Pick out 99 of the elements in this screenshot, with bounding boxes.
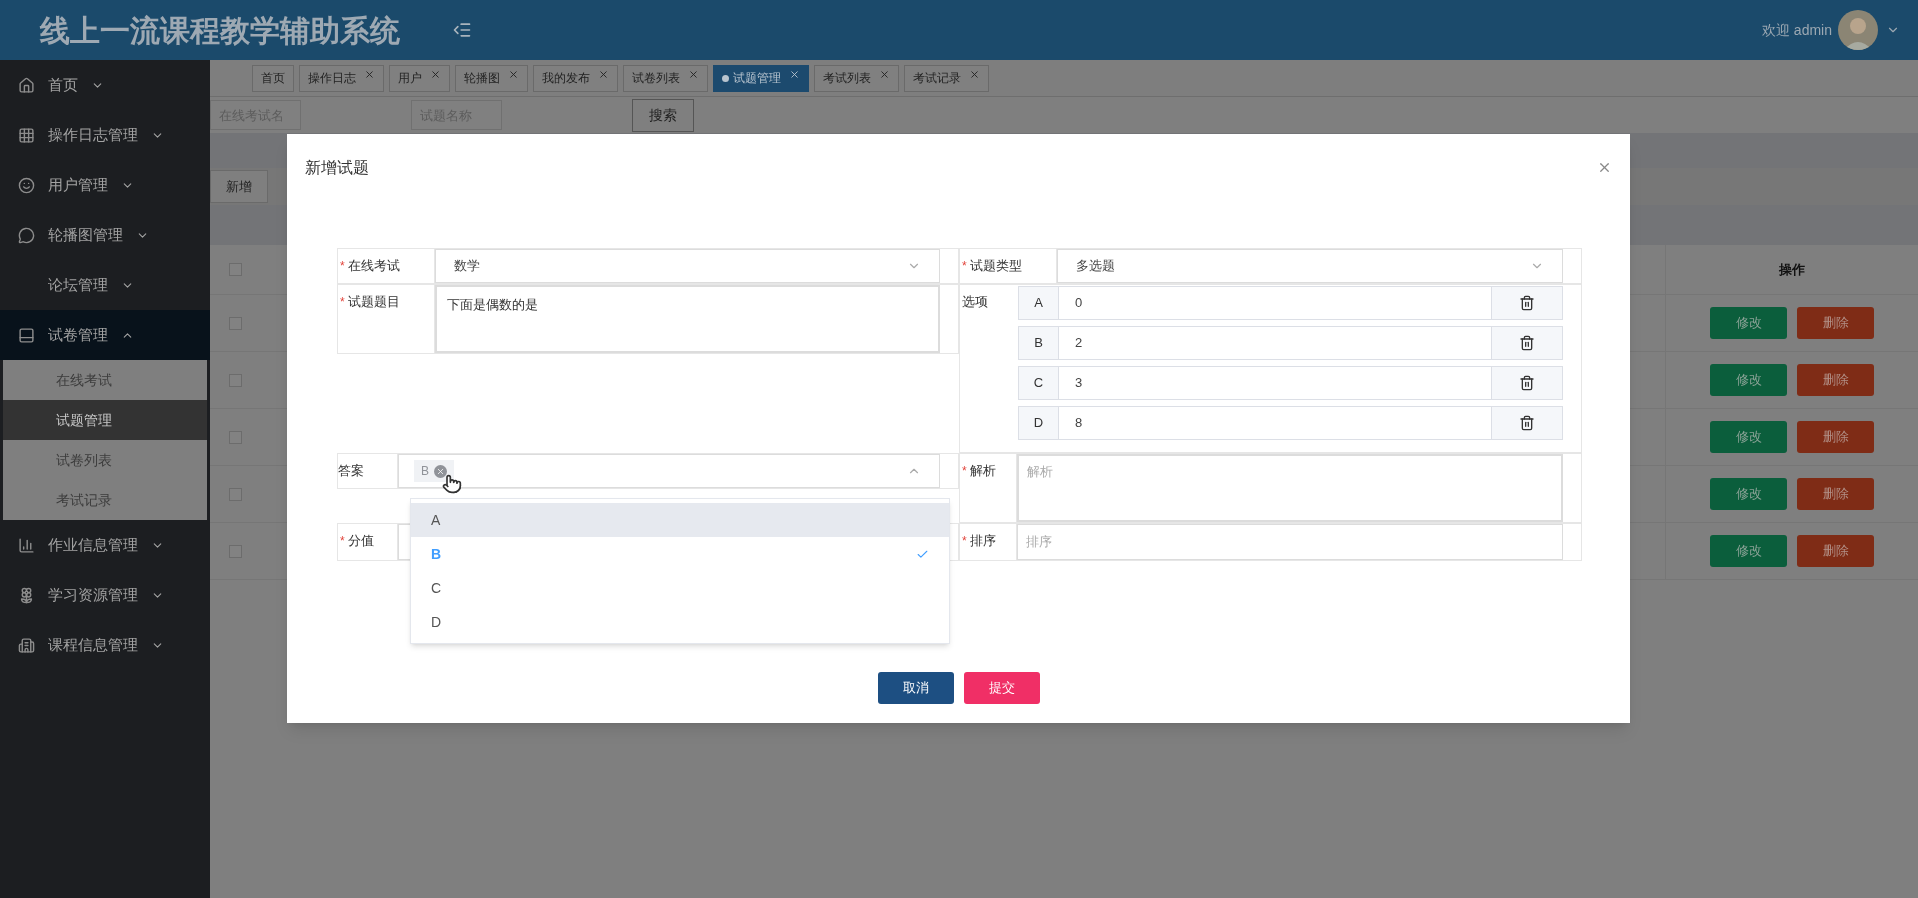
delete-button[interactable]: 删除 bbox=[1797, 307, 1874, 339]
close-icon[interactable] bbox=[364, 68, 375, 80]
dropdown-option[interactable]: D bbox=[411, 605, 949, 639]
trash-icon bbox=[1519, 415, 1535, 431]
tab[interactable]: 用户 bbox=[389, 64, 450, 92]
answer-tag: B bbox=[414, 460, 454, 482]
sidebar-item[interactable]: 作业信息管理 bbox=[0, 520, 210, 570]
option-label: C bbox=[431, 578, 442, 598]
close-icon[interactable] bbox=[789, 68, 800, 80]
form-label: * 分值 bbox=[339, 532, 375, 550]
type-select[interactable]: 多选题 bbox=[1057, 249, 1563, 283]
delete-option-button[interactable] bbox=[1491, 366, 1563, 400]
edit-button[interactable]: 修改 bbox=[1710, 307, 1787, 339]
option-key: D bbox=[1018, 406, 1059, 440]
sidebar-item[interactable]: 学习资源管理 bbox=[0, 570, 210, 620]
option-label: B bbox=[431, 544, 442, 564]
avatar[interactable] bbox=[1838, 10, 1878, 50]
option-key: B bbox=[1018, 326, 1059, 360]
submenu-item[interactable]: 试卷列表 bbox=[3, 440, 207, 480]
trash-icon bbox=[1519, 335, 1535, 351]
form-label: * 排序 bbox=[961, 532, 997, 550]
cancel-button[interactable]: 取消 bbox=[877, 672, 954, 704]
close-icon[interactable] bbox=[969, 68, 980, 80]
chart-icon bbox=[17, 536, 35, 554]
submenu-item[interactable]: 试题管理 bbox=[3, 400, 207, 440]
close-icon[interactable] bbox=[1597, 160, 1612, 175]
trash-icon bbox=[1519, 295, 1535, 311]
option-field[interactable]: 8 bbox=[1059, 406, 1491, 440]
delete-button[interactable]: 删除 bbox=[1797, 535, 1874, 567]
form-label: 答案 bbox=[338, 462, 365, 480]
option-field[interactable]: 0 bbox=[1059, 286, 1491, 320]
dropdown-option[interactable]: B bbox=[411, 537, 949, 571]
tab[interactable]: 试题管理 bbox=[713, 64, 809, 92]
tab[interactable]: 我的发布 bbox=[533, 64, 618, 92]
option-key: C bbox=[1018, 366, 1059, 400]
sidebar-item[interactable]: 用户管理 bbox=[0, 160, 210, 210]
menu-icon[interactable] bbox=[452, 20, 472, 40]
hand-cursor-icon bbox=[442, 474, 462, 494]
dropdown-option[interactable]: C bbox=[411, 571, 949, 605]
tab[interactable]: 考试记录 bbox=[904, 64, 989, 92]
tab[interactable]: 试卷列表 bbox=[623, 64, 708, 92]
tab[interactable]: 操作日志 bbox=[299, 64, 384, 92]
close-icon[interactable] bbox=[879, 68, 890, 80]
exam-select[interactable]: 数学 bbox=[435, 249, 940, 283]
close-icon[interactable] bbox=[598, 68, 609, 80]
dialog-title: 新增试题 bbox=[305, 158, 369, 178]
close-icon[interactable] bbox=[430, 68, 441, 80]
tab[interactable]: 首页 bbox=[252, 64, 294, 92]
close-icon[interactable] bbox=[688, 68, 699, 80]
face-icon bbox=[17, 176, 35, 194]
sidebar-item[interactable]: 首页 bbox=[0, 60, 210, 110]
sidebar-item[interactable]: 论坛管理 bbox=[0, 260, 210, 310]
option-field[interactable]: 3 bbox=[1059, 366, 1491, 400]
submenu-item[interactable]: 考试记录 bbox=[3, 480, 207, 520]
form-label: 选项 bbox=[961, 293, 989, 311]
tab[interactable]: 轮播图 bbox=[455, 64, 528, 92]
sort-field[interactable]: 排序 bbox=[1017, 524, 1563, 560]
sidebar-item[interactable]: 试卷管理 bbox=[0, 310, 210, 360]
remove-tag-icon[interactable] bbox=[434, 464, 447, 478]
sidebar-item[interactable]: 课程信息管理 bbox=[0, 620, 210, 670]
delete-button[interactable]: 删除 bbox=[1797, 421, 1874, 453]
app-title: 线上一流课程教学辅助系统 bbox=[40, 12, 400, 49]
option-label: D bbox=[431, 612, 442, 632]
edit-button[interactable]: 修改 bbox=[1710, 478, 1787, 510]
building-icon bbox=[17, 636, 35, 654]
form-label: * 试题题目 bbox=[339, 293, 401, 311]
delete-option-button[interactable] bbox=[1491, 286, 1563, 320]
option-field[interactable]: 2 bbox=[1059, 326, 1491, 360]
sidebar-item[interactable]: 操作日志管理 bbox=[0, 110, 210, 160]
panel-icon bbox=[17, 326, 35, 344]
search-button[interactable]: 搜索 bbox=[632, 98, 694, 132]
sidebar-item[interactable]: 轮播图管理 bbox=[0, 210, 210, 260]
submit-button[interactable]: 提交 bbox=[963, 672, 1040, 704]
edit-button[interactable]: 修改 bbox=[1710, 364, 1787, 396]
analysis-textarea[interactable]: 解析 bbox=[1017, 454, 1563, 522]
trash-icon bbox=[1519, 375, 1535, 391]
submenu-item[interactable]: 在线考试 bbox=[3, 360, 207, 400]
tab[interactable]: 考试列表 bbox=[814, 64, 899, 92]
delete-button[interactable]: 删除 bbox=[1797, 478, 1874, 510]
column-header: 操作 bbox=[1779, 260, 1805, 279]
form-label: * 试题类型 bbox=[961, 257, 1023, 275]
welcome-text: 欢迎 admin bbox=[1761, 20, 1832, 40]
grid-icon bbox=[17, 126, 35, 144]
delete-option-button[interactable] bbox=[1491, 326, 1563, 360]
edit-button[interactable]: 修改 bbox=[1710, 535, 1787, 567]
home-icon bbox=[17, 76, 35, 94]
option-label: A bbox=[431, 510, 441, 530]
close-icon[interactable] bbox=[508, 68, 519, 80]
edit-button[interactable]: 修改 bbox=[1710, 421, 1787, 453]
delete-button[interactable]: 删除 bbox=[1797, 364, 1874, 396]
dropdown-option[interactable]: A bbox=[411, 503, 949, 537]
chat-bubble-icon bbox=[17, 226, 35, 244]
answer-select[interactable]: B bbox=[398, 454, 940, 488]
form-label: * 在线考试 bbox=[339, 257, 401, 275]
question-textarea[interactable]: 下面是偶数的是 bbox=[435, 285, 940, 353]
delete-option-button[interactable] bbox=[1491, 406, 1563, 440]
form-label: * 解析 bbox=[961, 462, 997, 480]
option-key: A bbox=[1018, 286, 1059, 320]
add-button[interactable]: 新增 bbox=[210, 170, 268, 203]
